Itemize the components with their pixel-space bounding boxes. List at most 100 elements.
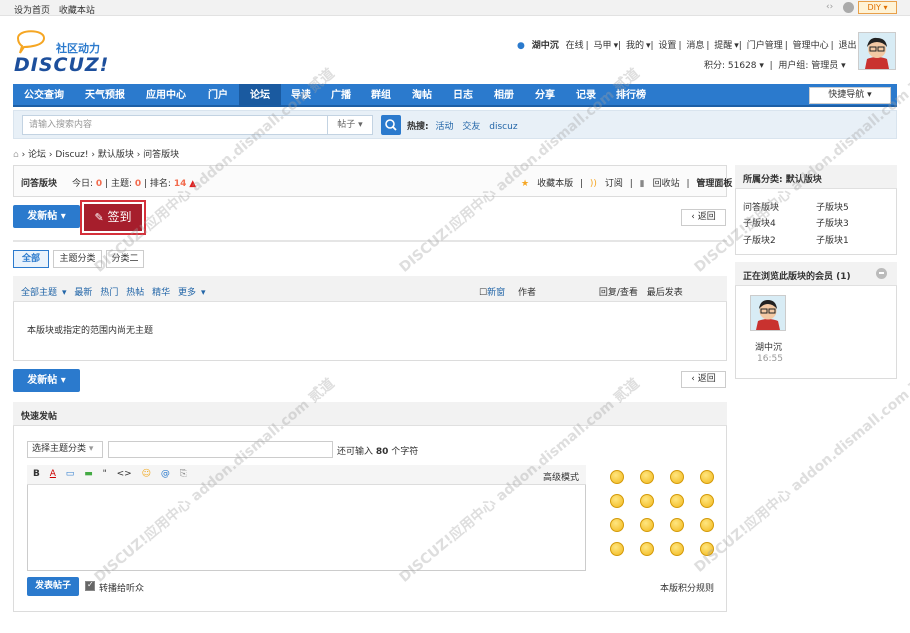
username-link[interactable]: 湖中沉 [532, 41, 559, 51]
nav-item[interactable]: 论坛 [239, 84, 281, 107]
smiley-icon[interactable] [640, 494, 654, 508]
subforum-link[interactable]: 问答版块 [743, 200, 779, 213]
nav-item[interactable]: 日志 [443, 84, 483, 107]
attachment-icon[interactable]: ⎘ [180, 469, 187, 479]
filter-digest[interactable]: 精华 [152, 288, 170, 298]
smiley-icon[interactable] [670, 494, 684, 508]
filter-popular[interactable]: 热门 [100, 288, 118, 298]
online-user-avatar[interactable] [750, 295, 786, 331]
smiley-icon[interactable] [670, 542, 684, 556]
subject-input[interactable] [108, 441, 333, 458]
nav-item[interactable]: 应用中心 [135, 84, 197, 107]
nav-item[interactable]: 相册 [483, 84, 525, 107]
home-icon[interactable]: ⌂ [13, 150, 19, 160]
new-post-button[interactable]: 发新帖 ▾ [13, 205, 80, 228]
credit-rules-link[interactable]: 本版积分规则 [660, 581, 714, 594]
site-logo[interactable]: 社区动力 DISCUZ! [14, 26, 124, 76]
nav-item[interactable]: 排行榜 [607, 84, 655, 107]
smiley-icon[interactable] [640, 518, 654, 532]
nav-item[interactable]: 门户 [197, 84, 239, 107]
diy-button[interactable]: DIY ▾ [858, 1, 897, 14]
hot-term[interactable]: discuz [489, 122, 517, 132]
reminders-link[interactable]: 提醒 [714, 41, 732, 51]
smiley-icon[interactable] [700, 542, 714, 556]
quick-nav-button[interactable]: 快捷导航 ▾ [809, 87, 891, 104]
subforum-link[interactable]: 子版块3 [816, 216, 849, 229]
subforum-link[interactable]: 子版块5 [816, 200, 849, 213]
at-icon[interactable]: @ [161, 469, 170, 479]
usergroup-link[interactable]: 用户组: 管理员 [778, 61, 838, 71]
image-icon[interactable]: ▭ [66, 469, 75, 479]
back-button[interactable]: ‹ 返回 [681, 209, 726, 226]
tab-category-two[interactable]: 分类二 [106, 250, 144, 268]
online-user-name[interactable]: 湖中沉 [755, 340, 782, 353]
my-menu[interactable]: 我的 [626, 41, 644, 51]
smiley-icon[interactable] [610, 542, 624, 556]
smiley-icon[interactable] [640, 470, 654, 484]
new-post-button-bottom[interactable]: 发新帖 ▾ [13, 369, 80, 392]
smiley-icon[interactable] [670, 470, 684, 484]
subforum-link[interactable]: 子版块1 [816, 233, 849, 246]
search-type-select[interactable]: 帖子 ▾ [328, 115, 373, 135]
hot-term[interactable]: 交友 [462, 122, 480, 132]
repost-checkbox[interactable]: ✓ [85, 580, 95, 591]
hot-term[interactable]: 活动 [435, 122, 453, 132]
smiley-icon[interactable] [700, 518, 714, 532]
settings-link[interactable]: 设置 [658, 41, 676, 51]
tab-topic-category[interactable]: 主题分类 [53, 250, 102, 268]
admin-center-link[interactable]: 管理中心 [793, 41, 829, 51]
nav-item[interactable]: 淘帖 [401, 84, 443, 107]
advanced-mode-link[interactable]: 高级模式 [543, 470, 579, 483]
messages-link[interactable]: 消息 [686, 41, 704, 51]
smiley-icon[interactable] [700, 470, 714, 484]
smiley-icon[interactable] [610, 470, 624, 484]
category-select[interactable]: 选择主题分类 ▾ [27, 441, 103, 458]
nav-item[interactable]: 群组 [361, 84, 401, 107]
nav-item[interactable]: 记录 [565, 84, 607, 107]
filter-hot[interactable]: 热帖 [126, 288, 144, 298]
subforum-link[interactable]: 子版块4 [743, 216, 776, 229]
set-home-link[interactable]: 设为首页 [14, 6, 50, 16]
collapse-icon[interactable] [876, 268, 887, 279]
breadcrumb-item[interactable]: 默认版块 [98, 150, 134, 160]
nav-item[interactable]: 导读 [281, 84, 321, 107]
nav-item[interactable]: 天气预报 [75, 84, 135, 107]
recycle-link[interactable]: 回收站 [653, 179, 680, 189]
signin-button[interactable]: ✎ 签到 [84, 204, 142, 231]
code-icon[interactable]: <> [117, 469, 132, 479]
credits-link[interactable]: 积分: 51628 [704, 61, 757, 71]
alias-menu[interactable]: 马甲 [594, 41, 612, 51]
new-window-checkbox[interactable]: ☐ [479, 288, 487, 298]
smiley-icon[interactable] [610, 518, 624, 532]
manage-panel-link[interactable]: 管理面板 [696, 179, 732, 189]
nav-item[interactable]: 广播 [321, 84, 361, 107]
filter-all-topics[interactable]: 全部主题 ▾ [21, 288, 67, 298]
logout-link[interactable]: 退出 [839, 41, 857, 51]
bold-icon[interactable]: B [33, 469, 40, 479]
portal-admin-link[interactable]: 门户管理 [747, 41, 783, 51]
link-icon[interactable]: ▬ [84, 469, 93, 479]
smiley-icon[interactable] [670, 518, 684, 532]
search-button[interactable] [381, 115, 401, 135]
smiley-icon[interactable] [610, 494, 624, 508]
nav-item[interactable]: 公交查询 [13, 84, 75, 107]
subscribe-link[interactable]: 订阅 [605, 179, 623, 189]
font-color-icon[interactable]: A [50, 469, 56, 479]
bookmark-link[interactable]: 收藏本站 [59, 6, 95, 16]
filter-latest[interactable]: 最新 [74, 288, 92, 298]
filter-more[interactable]: 更多 ▾ [178, 288, 206, 298]
palette-icon[interactable] [843, 2, 854, 13]
smiley-icon[interactable] [640, 542, 654, 556]
nav-item[interactable]: 分享 [525, 84, 565, 107]
favorite-link[interactable]: 收藏本版 [537, 179, 573, 189]
quote-icon[interactable]: " [103, 469, 107, 479]
smiley-icon[interactable]: ☺ [142, 469, 151, 479]
breadcrumb-item[interactable]: Discuz! [55, 150, 88, 160]
search-input[interactable]: 请输入搜索内容 [22, 115, 328, 135]
tab-all[interactable]: 全部 [13, 250, 49, 268]
new-window-label[interactable]: 新窗 [487, 288, 505, 298]
back-button-bottom[interactable]: ‹ 返回 [681, 371, 726, 388]
submit-post-button[interactable]: 发表帖子 [27, 577, 79, 596]
smiley-icon[interactable] [700, 494, 714, 508]
breadcrumb-item[interactable]: 论坛 [28, 150, 46, 160]
